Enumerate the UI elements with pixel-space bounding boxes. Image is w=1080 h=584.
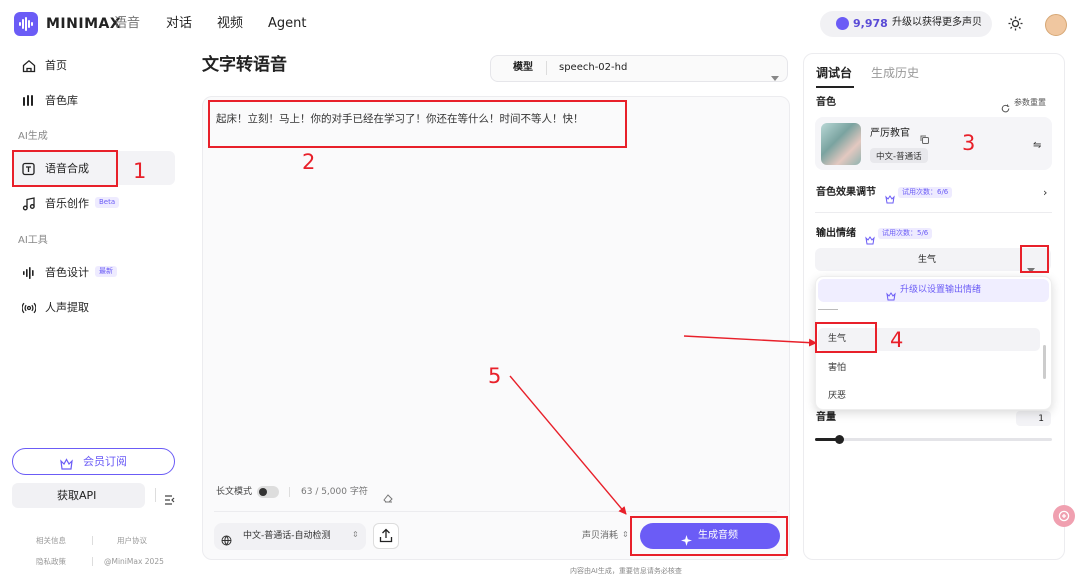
arrow-to-option-4	[683, 335, 817, 347]
annotation-arrows	[509, 335, 817, 515]
arrow-to-generate-button	[509, 375, 627, 515]
